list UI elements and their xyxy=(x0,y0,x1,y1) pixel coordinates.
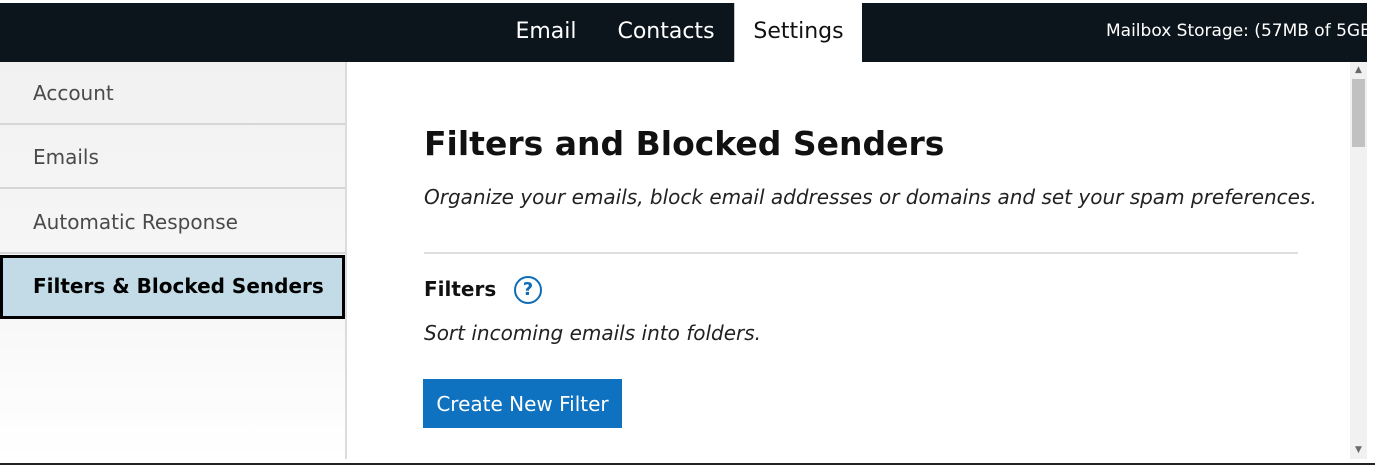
bottom-border xyxy=(0,463,1375,465)
help-icon[interactable]: ? xyxy=(514,276,542,304)
scroll-down-arrow-icon[interactable]: ▼ xyxy=(1350,442,1367,459)
vertical-scrollbar[interactable]: ▲ ▼ xyxy=(1350,62,1367,459)
mailbox-storage-indicator: Mailbox Storage: (57MB of 5GB xyxy=(1106,21,1367,41)
sidebar-item-filters-blocked-senders[interactable]: Filters & Blocked Senders xyxy=(0,255,345,319)
sidebar-item-account[interactable]: Account xyxy=(0,62,345,125)
tab-settings[interactable]: Settings xyxy=(734,3,862,62)
top-navigation-bar: Email Contacts Settings Mailbox Storage:… xyxy=(0,3,1367,62)
settings-main-content: Filters and Blocked Senders Organize you… xyxy=(349,62,1348,459)
sidebar-item-automatic-response[interactable]: Automatic Response xyxy=(0,191,345,254)
tab-email[interactable]: Email xyxy=(506,3,586,62)
mail-settings-app: Email Contacts Settings Mailbox Storage:… xyxy=(0,0,1375,466)
page-subtitle: Organize your emails, block email addres… xyxy=(424,185,1317,209)
create-new-filter-button[interactable]: Create New Filter xyxy=(423,379,622,428)
scrollbar-thumb[interactable] xyxy=(1352,79,1365,147)
settings-sidebar: Account Emails Automatic Response Filter… xyxy=(0,62,347,459)
filters-section-title: Filters xyxy=(424,277,497,301)
sidebar-item-emails[interactable]: Emails xyxy=(0,126,345,189)
scroll-up-arrow-icon[interactable]: ▲ xyxy=(1350,62,1367,79)
page-title: Filters and Blocked Senders xyxy=(424,124,945,163)
filters-section-description: Sort incoming emails into folders. xyxy=(424,321,762,345)
section-divider xyxy=(424,252,1298,254)
tab-contacts[interactable]: Contacts xyxy=(606,3,726,62)
